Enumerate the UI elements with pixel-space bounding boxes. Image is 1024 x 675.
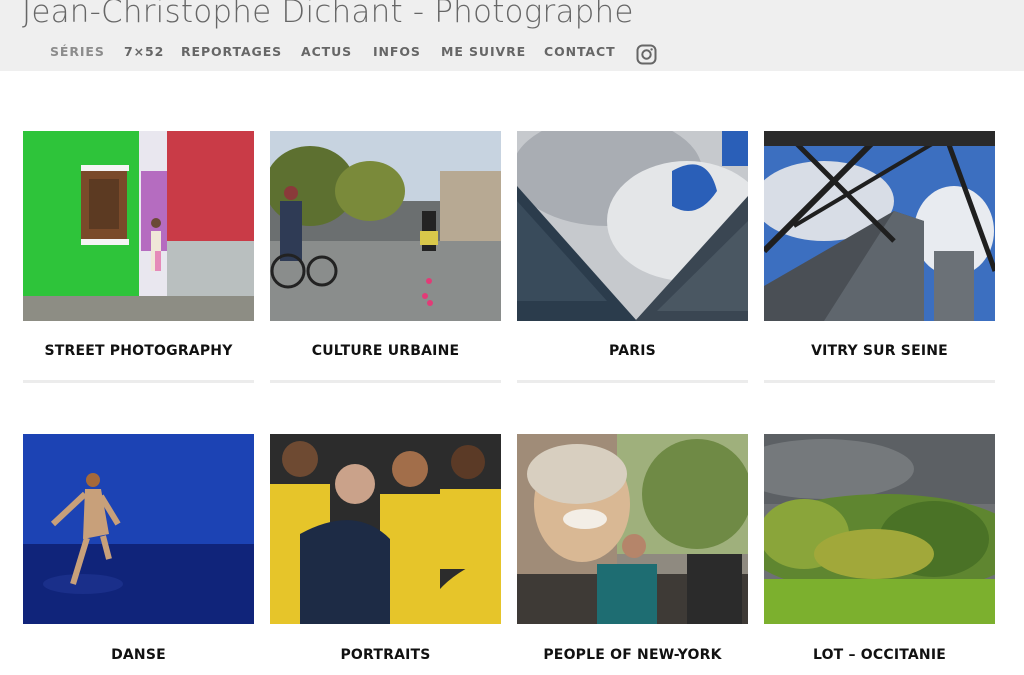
culture-urbaine-image	[270, 131, 501, 321]
site-title[interactable]: Jean-Christophe Dichant - Photographe	[22, 0, 634, 30]
gallery-thumbnail[interactable]	[764, 434, 995, 624]
gallery-title[interactable]: CULTURE URBAINE	[270, 343, 501, 359]
gallery-thumbnail[interactable]	[517, 131, 748, 321]
paris-image	[517, 131, 748, 321]
main-nav: SÉRIES 7×52 REPORTAGES ACTUS INFOS ME SU…	[0, 44, 1024, 64]
gallery-title[interactable]: LOT – OCCITANIE	[764, 647, 995, 663]
gallery-thumbnail[interactable]	[517, 434, 748, 624]
gallery-title[interactable]: DANSE	[23, 647, 254, 663]
gallery-thumbnail[interactable]	[270, 434, 501, 624]
gallery-thumbnail[interactable]	[764, 131, 995, 321]
gallery-title[interactable]: PORTRAITS	[270, 647, 501, 663]
street-photo-image	[23, 131, 254, 321]
nav-item-7x52[interactable]: 7×52	[124, 44, 164, 59]
nav-item-series[interactable]: SÉRIES	[50, 44, 105, 59]
gallery-thumbnail[interactable]	[23, 131, 254, 321]
gallery-thumbnail[interactable]	[270, 131, 501, 321]
nav-item-reportages[interactable]: REPORTAGES	[181, 44, 282, 59]
lot-occitanie-image	[764, 434, 995, 624]
gallery-title[interactable]: PARIS	[517, 343, 748, 359]
divider	[764, 380, 995, 383]
divider	[517, 380, 748, 383]
gallery-title[interactable]: STREET PHOTOGRAPHY	[23, 343, 254, 359]
instagram-icon[interactable]	[636, 44, 657, 65]
vitry-image	[764, 131, 995, 321]
site-header: Jean-Christophe Dichant - Photographe SÉ…	[0, 0, 1024, 71]
divider	[270, 380, 501, 383]
nav-item-actus[interactable]: ACTUS	[301, 44, 352, 59]
portraits-image	[270, 434, 501, 624]
nav-item-me-suivre[interactable]: ME SUIVRE	[441, 44, 526, 59]
divider	[23, 380, 254, 383]
gallery-title[interactable]: PEOPLE OF NEW-YORK	[517, 647, 748, 663]
danse-image	[23, 434, 254, 624]
gallery-thumbnail[interactable]	[23, 434, 254, 624]
gallery-title[interactable]: VITRY SUR SEINE	[764, 343, 995, 359]
nav-item-infos[interactable]: INFOS	[373, 44, 421, 59]
nav-item-contact[interactable]: CONTACT	[544, 44, 616, 59]
new-york-image	[517, 434, 748, 624]
